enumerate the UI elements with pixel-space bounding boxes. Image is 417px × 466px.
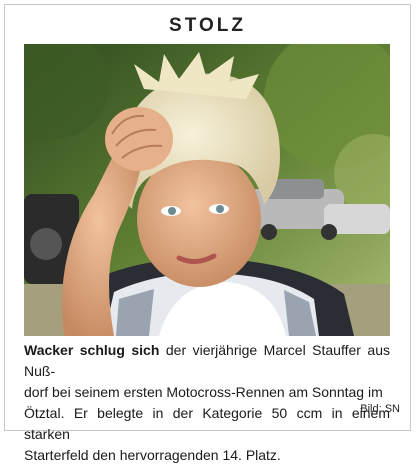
caption-line-1: Wacker schlug sich der vierjährige Marce… [24,340,390,382]
caption-line-4: Starterfeld den hervorragenden 14. Platz… [24,447,281,463]
caption-line-2: dorf bei seinem ersten Motocross-Rennen … [24,384,383,400]
caption-line-3: Ötztal. Er belegte in der Kategorie 50 c… [24,405,390,442]
caption-lead: Wacker schlug sich [24,342,160,358]
article-caption: Wacker schlug sich der vierjährige Marce… [24,340,390,466]
article-heading: STOLZ [169,15,246,36]
photo-boy-motocross-icon [24,44,390,336]
article-photo [24,44,390,336]
photo-credit: Bild: SN [360,403,400,415]
